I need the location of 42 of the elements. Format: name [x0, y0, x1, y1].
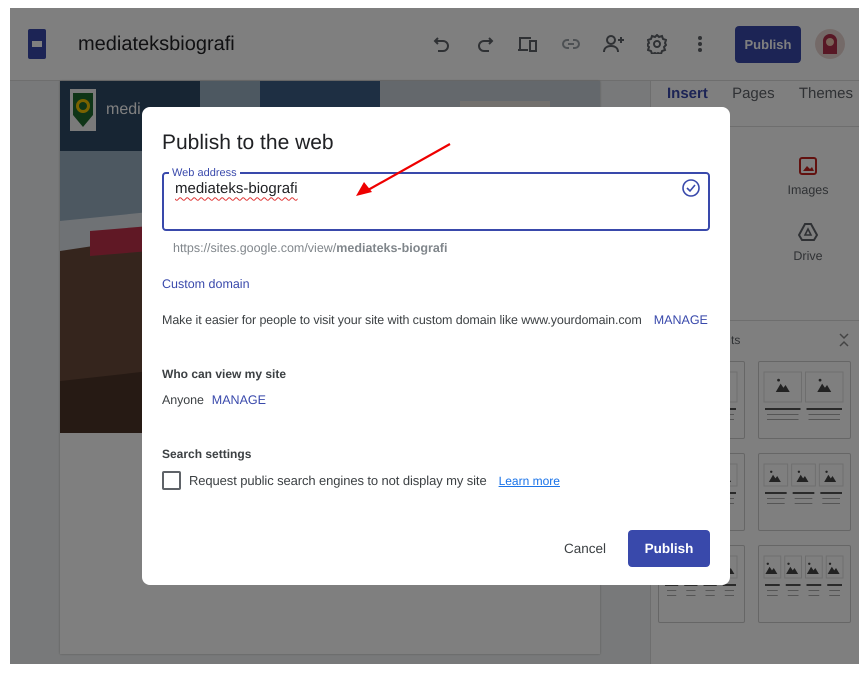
- field-label: Web address: [171, 167, 238, 179]
- site-name: mediateksbiografi: [78, 32, 236, 56]
- image-icon: [799, 157, 817, 175]
- devices-icon[interactable]: [518, 35, 538, 53]
- site-url: https://sites.google.com/view/mediateks-biografi: [173, 241, 448, 255]
- add-person-icon[interactable]: [602, 35, 624, 53]
- learn-more-link[interactable]: Learn more: [498, 474, 560, 488]
- description: Make it easier for people to visit your site with custom domain like www.yourdomain.com: [162, 313, 642, 327]
- checkbox[interactable]: [162, 471, 181, 490]
- document-icon[interactable]: [28, 29, 46, 59]
- layout-icon[interactable]: [758, 453, 851, 531]
- drive-icon: [798, 223, 818, 241]
- link-icon[interactable]: [562, 38, 580, 50]
- site-title: medi: [106, 101, 141, 119]
- sidebar-tab[interactable]: Insert: [667, 85, 708, 103]
- sidebar-tab[interactable]: Pages: [732, 85, 775, 103]
- section-heading: Search settings: [162, 447, 252, 461]
- layout-icon[interactable]: [758, 361, 851, 439]
- undo-icon[interactable]: [432, 35, 450, 53]
- insert-item-label[interactable]: Drive: [793, 249, 823, 263]
- redo-icon[interactable]: [476, 35, 494, 53]
- logo: [70, 89, 96, 131]
- publish-button[interactable]: Publish: [628, 530, 710, 567]
- cancel-button[interactable]: Cancel: [556, 533, 614, 564]
- checkbox-label: Request public search engines to not display my site: [189, 473, 487, 488]
- settings-icon[interactable]: [646, 34, 666, 54]
- publish-button[interactable]: Publish: [735, 26, 801, 62]
- dialog-title: Publish to the web: [162, 131, 335, 155]
- insert-item-label[interactable]: Images: [788, 183, 828, 197]
- manage-link[interactable]: MANAGE: [212, 393, 266, 407]
- more-icon[interactable]: [698, 36, 702, 52]
- visibility-value: Anyone: [162, 393, 204, 407]
- section-title: ts: [731, 333, 740, 347]
- sidebar-tab[interactable]: Themes: [798, 85, 853, 103]
- collapse-icon[interactable]: [839, 333, 849, 347]
- layout-icon[interactable]: [758, 545, 851, 623]
- manage-link[interactable]: MANAGE: [654, 313, 708, 327]
- avatar[interactable]: [815, 29, 845, 59]
- field-value: mediateks-biografi: [175, 180, 299, 196]
- web-address-field[interactable]: Web address mediateks-biografi: [162, 167, 710, 231]
- section-heading: Who can view my site: [162, 367, 288, 381]
- section-heading: Custom domain: [162, 277, 251, 291]
